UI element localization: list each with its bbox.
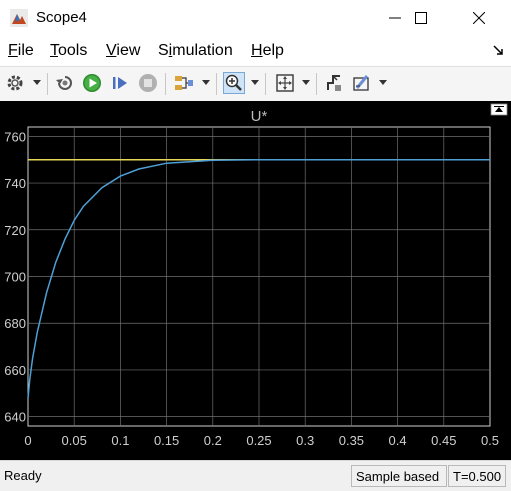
cursor-measure-icon — [353, 75, 369, 91]
zoom-in-button[interactable] — [223, 72, 245, 94]
restore-button[interactable] — [54, 72, 76, 94]
status-time: T=0.500 — [448, 465, 506, 487]
step-forward-button[interactable] — [109, 72, 131, 94]
y-tick-label: 640 — [4, 410, 26, 425]
restore-icon — [56, 76, 72, 90]
chevron-down-icon — [202, 80, 210, 85]
undock-button[interactable] — [490, 103, 508, 116]
close-icon — [473, 12, 485, 24]
title-bar: Scope4 — [0, 0, 511, 36]
menu-tools[interactable]: Tools — [50, 42, 87, 60]
menu-view[interactable]: View — [106, 42, 140, 60]
status-bar: Ready Sample based T=0.500 — [0, 460, 511, 491]
close-button[interactable] — [456, 0, 502, 36]
menu-file[interactable]: File — [8, 42, 34, 60]
cursor-measure-button[interactable] — [351, 72, 373, 94]
x-tick-label: 0.45 — [431, 433, 456, 448]
signal-select-button[interactable] — [173, 72, 195, 94]
y-tick-label: 660 — [4, 363, 26, 378]
chevron-down-icon — [379, 80, 387, 85]
plot-title: U* — [251, 108, 268, 125]
zoom-in-icon — [225, 74, 242, 91]
y-tick-label: 740 — [4, 176, 26, 191]
scope-plot[interactable]: U* 0 0.05 0.1 0.15 0.2 0.25 0.3 0.35 0.4 0.45 0.5 6… — [0, 101, 511, 460]
signal-select-dropdown[interactable] — [201, 72, 211, 94]
toolbar-separator — [47, 73, 48, 95]
run-icon — [83, 74, 101, 92]
toolbar-separator — [165, 73, 166, 95]
status-ready: Ready — [4, 468, 42, 483]
chevron-down-icon — [251, 80, 259, 85]
x-tick-label: 0.15 — [154, 433, 179, 448]
stop-button[interactable] — [137, 72, 159, 94]
step-forward-icon — [113, 77, 127, 89]
run-button[interactable] — [81, 72, 103, 94]
status-sample-mode: Sample based — [351, 465, 447, 487]
x-tick-label: 0.25 — [246, 433, 271, 448]
x-tick-label: 0.1 — [111, 433, 129, 448]
x-tick-label: 0.35 — [339, 433, 364, 448]
autoscale-dropdown[interactable] — [301, 72, 311, 94]
chevron-down-icon — [33, 80, 41, 85]
config-dropdown[interactable] — [32, 72, 42, 94]
autoscale-button[interactable] — [274, 72, 296, 94]
y-tick-label: 720 — [4, 223, 26, 238]
gear-icon — [7, 75, 23, 91]
autoscale-icon — [276, 74, 294, 92]
chevron-down-icon — [302, 80, 310, 85]
matlab-logo-icon — [10, 9, 28, 27]
x-tick-label: 0.2 — [204, 433, 222, 448]
x-tick-label: 0 — [24, 433, 31, 448]
toolbar-separator — [265, 73, 266, 95]
x-tick-label: 0.5 — [481, 433, 499, 448]
signal-select-icon — [175, 76, 193, 90]
window-title: Scope4 — [36, 9, 87, 26]
y-tick-label: 680 — [4, 316, 26, 331]
dock-arrow-icon[interactable] — [493, 44, 505, 56]
y-tick-label: 700 — [4, 270, 26, 285]
scope-figure[interactable]: U* 0 0.05 0.1 0.15 0.2 0.25 0.3 0.35 0.4 0.45 0.5 6… — [0, 101, 511, 460]
measure-dropdown[interactable] — [378, 72, 388, 94]
menu-bar: File Tools View Simulation Help — [0, 36, 511, 66]
zoom-dropdown[interactable] — [250, 72, 260, 94]
x-tick-label: 0.05 — [62, 433, 87, 448]
toolbar-separator — [316, 73, 317, 95]
x-tick-label: 0.4 — [389, 433, 407, 448]
maximize-icon — [415, 12, 427, 24]
menu-help[interactable]: Help — [251, 42, 284, 60]
y-tick-label: 760 — [4, 129, 26, 144]
stop-icon — [139, 74, 157, 92]
config-button[interactable] — [4, 72, 26, 94]
menu-simulation[interactable]: Simulation — [158, 42, 233, 60]
maximize-button[interactable] — [398, 0, 444, 36]
x-tick-label: 0.3 — [296, 433, 314, 448]
toolbar-separator — [216, 73, 217, 95]
triggers-icon — [327, 75, 341, 91]
triggers-button[interactable] — [323, 72, 345, 94]
toolbar — [0, 66, 511, 102]
